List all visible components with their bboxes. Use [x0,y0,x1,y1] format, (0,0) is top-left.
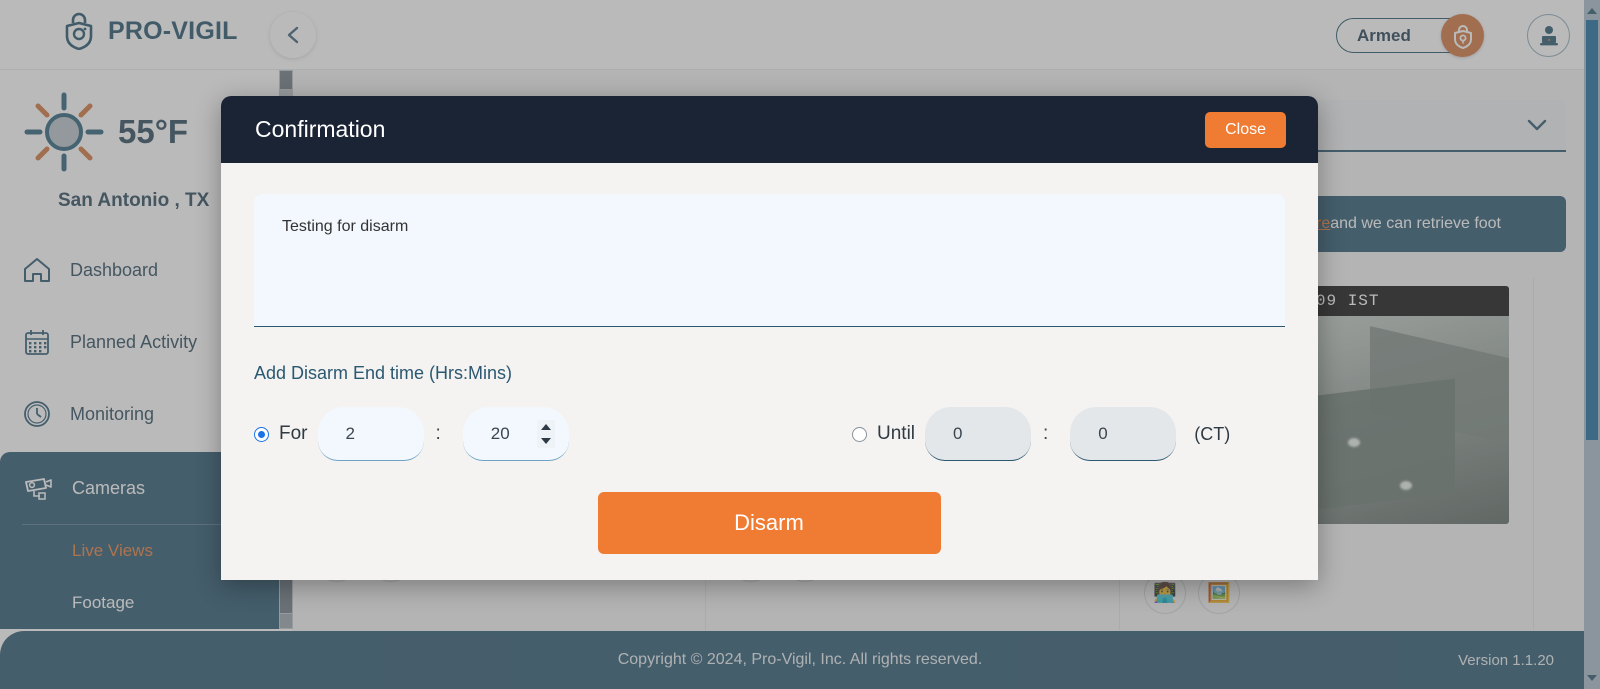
timezone-note: (CT) [1194,423,1231,444]
until-minutes-value: 0 [1098,423,1108,443]
for-minutes-value: 20 [490,423,510,443]
sidebar-item-label: Dashboard [70,259,159,280]
scroll-up-arrow[interactable] [1587,8,1597,14]
radio-until-label: Until [877,423,916,444]
footer-version: Version 1.1.20 [1458,651,1554,669]
armed-status-label: Armed [1357,25,1411,45]
home-icon [22,256,52,284]
lock-shield-icon[interactable] [1441,14,1484,57]
camera-icon [22,474,54,502]
footer: Copyright © 2024, Pro-Vigil, Inc. All ri… [0,631,1600,689]
dialog-title: Confirmation [255,116,386,142]
banner-link[interactable]: re [1316,215,1330,233]
radio-until[interactable] [852,426,867,442]
sidebar-collapse-button[interactable] [270,12,316,58]
until-hours-input[interactable]: 0 [925,407,1032,461]
confirmation-dialog: Confirmation Close Add Disarm End time (… [221,96,1318,580]
until-hours-value: 0 [953,423,963,443]
for-minutes-input[interactable]: 20 [462,407,569,461]
disarm-duration-row: For 2 : 20 Until 0: 0 (CT) [254,406,1284,462]
time-separator: : [435,423,441,444]
number-spinner[interactable] [536,420,555,448]
screen: PRO-VIGIL Armed 55°F San Antonio , TX Da… [0,0,1600,689]
clock-icon [22,399,52,429]
brand-name: PRO-VIGIL [108,16,238,45]
top-bar: PRO-VIGIL Armed [0,0,1600,70]
sun-icon [18,86,110,178]
spinner-down-arrow-icon[interactable] [540,438,551,444]
sidebar-item-label: Planned Activity [70,331,198,352]
for-hours-value: 2 [345,423,355,443]
banner-text: and we can retrieve foot [1330,215,1501,232]
until-group: Until 0 : 0 (CT) [852,407,1230,461]
shield-camera-logo-icon [62,12,96,50]
chevron-down-icon [1526,118,1548,132]
scroll-down-arrow[interactable] [280,614,292,628]
calendar-icon [22,327,52,357]
sidebar-subitem-label: Footage [72,593,135,612]
page-scrollbar[interactable] [1584,0,1600,689]
sidebar-item-footage[interactable]: Footage [0,577,292,629]
user-laptop-icon [1537,25,1561,47]
until-minutes-input[interactable]: 0 [1070,407,1177,461]
sidebar-item-label: Cameras [72,477,146,498]
brand-logo[interactable]: PRO-VIGIL [62,12,238,50]
scrollbar-thumb[interactable] [1586,20,1598,440]
info-banner: re and we can retrieve foot [1308,196,1566,252]
radio-for-label: For [279,423,308,444]
dialog-body: Add Disarm End time (Hrs:Mins) For 2 : 2… [221,163,1318,554]
scrollbar-thumb[interactable] [280,71,292,89]
user-avatar-button[interactable] [1527,14,1570,57]
site-select[interactable] [1308,100,1566,152]
disarm-reason-textarea[interactable] [254,194,1285,327]
weather-temperature: 55°F [118,113,189,150]
disarm-end-time-label: Add Disarm End time (Hrs:Mins) [254,363,513,383]
disarm-button[interactable]: Disarm [597,492,941,554]
chevron-left-icon [286,25,300,45]
for-hours-input[interactable]: 2 [317,407,424,461]
scroll-down-arrow[interactable] [1587,675,1597,681]
dialog-actions: Disarm [254,492,1284,554]
dialog-header: Confirmation Close [221,96,1318,163]
spinner-up-arrow-icon[interactable] [540,424,551,430]
close-button[interactable]: Close [1205,111,1286,148]
time-separator: : [1043,423,1049,444]
sidebar-item-label: Monitoring [70,403,155,424]
footer-copyright: Copyright © 2024, Pro-Vigil, Inc. All ri… [617,651,983,668]
sidebar-subitem-label: Live Views [72,541,153,560]
radio-for[interactable] [254,426,269,442]
